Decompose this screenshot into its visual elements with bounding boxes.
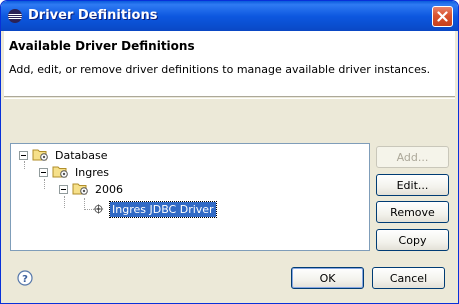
copy-button[interactable]: Copy bbox=[376, 229, 449, 251]
tree-connector bbox=[64, 196, 65, 208]
help-icon[interactable]: ? bbox=[17, 270, 33, 286]
close-button[interactable] bbox=[432, 6, 453, 27]
eclipse-icon bbox=[8, 9, 22, 23]
collapse-toggle[interactable] bbox=[19, 150, 28, 160]
folder-gear-icon bbox=[32, 149, 48, 161]
dialog-header: Available Driver Definitions Add, edit, … bbox=[4, 31, 455, 97]
tree-item-ingres-jdbc-driver[interactable]: Ingres JDBC Driver bbox=[93, 200, 217, 218]
title-bar[interactable]: Driver Definitions bbox=[1, 1, 458, 31]
tree-item-ingres[interactable]: Ingres bbox=[39, 164, 111, 180]
header-description: Add, edit, or remove driver definitions … bbox=[9, 63, 431, 76]
header-title: Available Driver Definitions bbox=[9, 39, 195, 53]
edit-button[interactable]: Edit... bbox=[376, 174, 449, 196]
add-button[interactable]: Add... bbox=[376, 146, 449, 168]
folder-gear-icon bbox=[72, 183, 88, 195]
cancel-button[interactable]: Cancel bbox=[372, 267, 445, 289]
svg-text:?: ? bbox=[22, 274, 28, 285]
header-separator bbox=[4, 98, 455, 99]
tree-item-label: 2006 bbox=[95, 182, 123, 196]
tree-item-label: Ingres JDBC Driver bbox=[109, 200, 217, 218]
driver-gear-icon bbox=[93, 204, 104, 214]
tree-item-2006[interactable]: 2006 bbox=[59, 181, 125, 197]
collapse-toggle[interactable] bbox=[59, 184, 68, 194]
ok-button[interactable]: OK bbox=[291, 267, 364, 289]
close-icon bbox=[437, 11, 448, 22]
tree-connector bbox=[44, 179, 45, 189]
tree-item-database[interactable]: Database bbox=[19, 147, 110, 163]
folder-gear-icon bbox=[52, 166, 68, 178]
tree-item-label: Database bbox=[55, 148, 108, 162]
collapse-toggle[interactable] bbox=[39, 167, 48, 177]
driver-tree[interactable]: Database Ingres 2006 Ingres JDBC Driver bbox=[10, 143, 370, 251]
window-title: Driver Definitions bbox=[28, 8, 158, 23]
driver-definitions-dialog: Driver Definitions Available Driver Defi… bbox=[0, 0, 459, 304]
tree-item-label: Ingres bbox=[75, 165, 109, 179]
remove-button[interactable]: Remove bbox=[376, 201, 449, 223]
